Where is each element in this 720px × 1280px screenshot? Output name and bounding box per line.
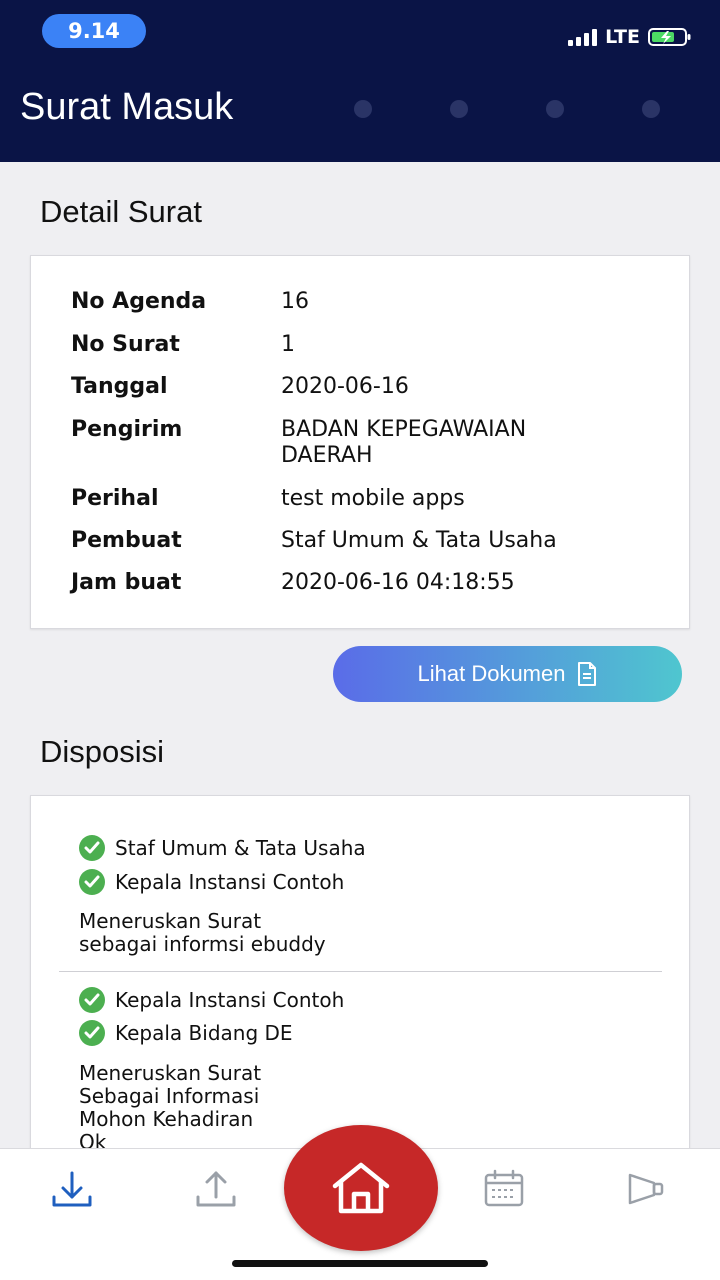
detail-label: Pembuat [71,528,182,553]
divider [59,971,662,972]
view-document-button[interactable]: Lihat Dokumen [333,646,682,702]
disposisi-card: Staf Umum & Tata Usaha Kepala Instansi C… [30,795,690,1175]
disposisi-note: Meneruskan Surat Sebagai Informasi Mohon… [79,1061,262,1154]
header-dots [354,100,660,118]
check-circle-icon [79,987,105,1013]
disposisi-from: Staf Umum & Tata Usaha [79,835,366,861]
network-label: LTE [605,26,640,48]
check-circle-icon [79,835,105,861]
detail-label: Pengirim [71,417,183,442]
status-indicators: LTE [568,22,692,52]
check-circle-icon [79,1020,105,1046]
detail-label: Jam buat [71,570,182,595]
disposisi-from: Kepala Instansi Contoh [79,987,344,1013]
app-header: 9.14 LTE Surat Masuk [0,0,720,162]
battery-icon [648,28,691,46]
detail-label: Perihal [71,486,159,511]
upload-icon [196,1171,236,1207]
check-circle-icon [79,869,105,895]
disposisi-to: Kepala Bidang DE [79,1020,293,1046]
page-title: Surat Masuk [20,86,234,128]
detail-card: No Agenda 16 No Surat 1 Tanggal 2020-06-… [30,255,690,629]
nav-announcement[interactable] [626,1167,670,1211]
disposisi-note: Meneruskan Surat sebagai informsi ebuddy [79,909,326,956]
megaphone-icon [628,1173,664,1205]
inbox-icon [52,1171,92,1207]
detail-value: Staf Umum & Tata Usaha [281,528,557,553]
detail-value: BADAN KEPEGAWAIAN DAERAH [281,417,527,468]
detail-section-title: Detail Surat [40,194,202,229]
detail-label: No Agenda [71,289,207,314]
detail-label: No Surat [71,332,180,357]
detail-value: 2020-06-16 [281,374,409,399]
disposisi-from-label: Staf Umum & Tata Usaha [115,836,366,860]
signal-icon [568,28,598,46]
detail-value: 2020-06-16 04:18:55 [281,570,515,595]
detail-value: test mobile apps [281,486,465,511]
document-icon [578,662,597,686]
status-time: 9.14 [42,14,146,48]
disposisi-to: Kepala Instansi Contoh [79,869,344,895]
detail-label: Tanggal [71,374,168,399]
disposisi-from-label: Kepala Instansi Contoh [115,988,345,1012]
calendar-icon [484,1169,524,1207]
detail-value: 16 [281,289,309,314]
nav-outbox[interactable] [194,1167,238,1211]
home-indicator [232,1260,488,1267]
view-document-label: Lihat Dokumen [417,661,566,686]
nav-inbox[interactable] [50,1167,94,1211]
home-icon [332,1162,390,1214]
disposisi-section-title: Disposisi [40,734,165,769]
home-button[interactable] [284,1125,438,1251]
detail-value: 1 [281,332,295,357]
nav-calendar[interactable] [482,1167,526,1211]
disposisi-to-label: Kepala Bidang DE [115,1021,293,1045]
disposisi-to-label: Kepala Instansi Contoh [115,870,345,894]
